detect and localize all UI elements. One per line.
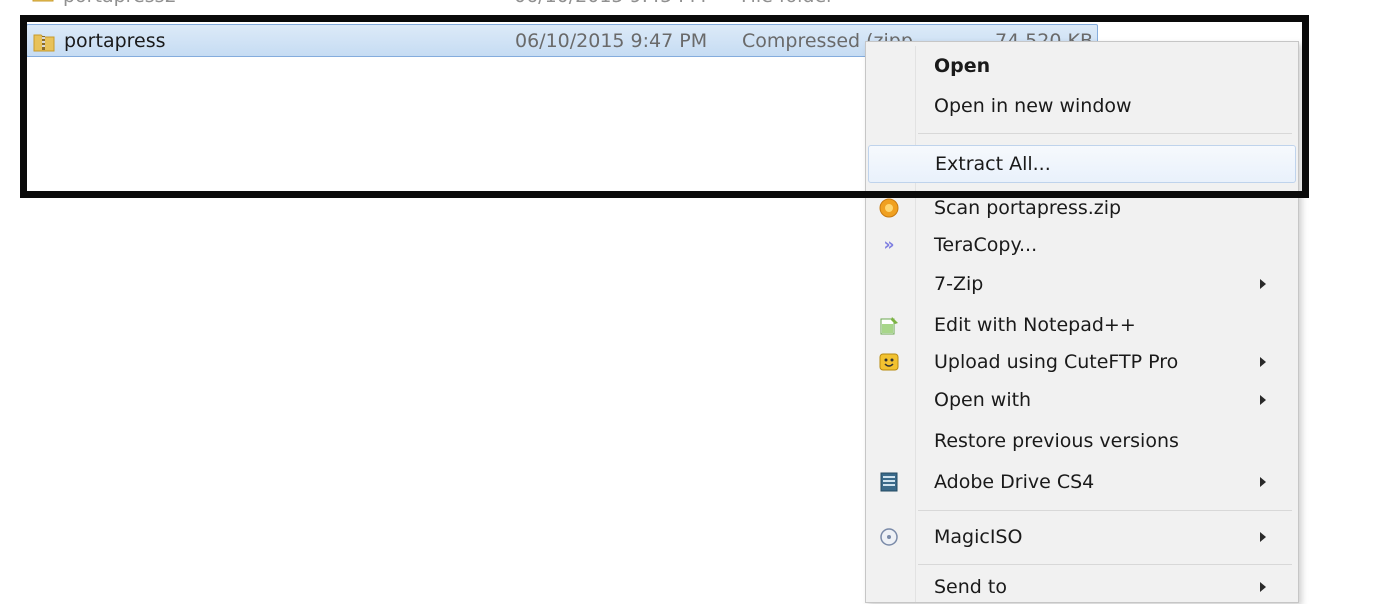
file-date: 06/10/2015 9:45 PM (514, 0, 714, 8)
menu-item-magiciso[interactable]: MagicISO (868, 520, 1296, 554)
menu-item-scan[interactable]: Scan portapress.zip (868, 191, 1296, 225)
zip-folder-icon (33, 31, 55, 52)
menu-item-label: Scan portapress.zip (934, 197, 1122, 219)
menu-item-teracopy[interactable]: » TeraCopy... (868, 228, 1296, 262)
menu-item-label: Open in new window (934, 95, 1132, 117)
submenu-arrow-icon (1260, 357, 1266, 367)
file-date: 06/10/2015 9:47 PM (515, 29, 708, 52)
folder-icon (32, 0, 54, 4)
menu-item-extract-all[interactable]: Extract All... (868, 145, 1296, 183)
submenu-arrow-icon (1260, 395, 1266, 405)
adobe-drive-icon (878, 471, 900, 493)
menu-item-label: Adobe Drive CS4 (934, 471, 1095, 493)
file-row-portapress2[interactable]: portapress2 06/10/2015 9:45 PM File fold… (26, 0, 1098, 8)
scan-shield-icon (878, 197, 900, 219)
menu-item-open-new-window[interactable]: Open in new window (868, 89, 1296, 123)
notepad-plus-plus-icon (878, 314, 900, 336)
menu-item-7zip[interactable]: 7-Zip (868, 267, 1296, 301)
menu-item-label: MagicISO (934, 526, 1023, 548)
menu-item-label: Send to (934, 576, 1007, 598)
menu-separator (918, 564, 1292, 565)
submenu-arrow-icon (1260, 532, 1266, 542)
menu-item-label: Extract All... (935, 153, 1051, 175)
file-name: portapress2 (63, 0, 393, 8)
menu-item-edit-notepadpp[interactable]: Edit with Notepad++ (868, 308, 1296, 342)
menu-item-label: TeraCopy... (934, 234, 1038, 256)
menu-item-open-with[interactable]: Open with (868, 383, 1296, 417)
magiciso-icon (878, 526, 900, 548)
menu-item-label: Edit with Notepad++ (934, 314, 1136, 336)
menu-item-adobe-drive[interactable]: Adobe Drive CS4 (868, 465, 1296, 499)
file-type: File folder (741, 0, 981, 8)
context-menu: Open Open in new window Extract All... S… (865, 41, 1299, 603)
menu-item-label: 7-Zip (934, 273, 984, 295)
menu-item-cuteftp[interactable]: Upload using CuteFTP Pro (868, 345, 1296, 379)
menu-separator (918, 133, 1292, 134)
file-name: portapress (64, 29, 166, 52)
menu-item-send-to[interactable]: Send to (868, 570, 1296, 604)
menu-separator (918, 510, 1292, 511)
menu-item-open[interactable]: Open (868, 49, 1296, 83)
menu-item-label: Restore previous versions (934, 430, 1179, 452)
cuteftp-icon (878, 351, 900, 373)
submenu-arrow-icon (1260, 477, 1266, 487)
menu-item-restore-versions[interactable]: Restore previous versions (868, 424, 1296, 458)
menu-item-label: Upload using CuteFTP Pro (934, 351, 1179, 373)
teracopy-icon: » (883, 235, 895, 255)
menu-item-label: Open (934, 55, 991, 77)
submenu-arrow-icon (1260, 279, 1266, 289)
submenu-arrow-icon (1260, 582, 1266, 592)
menu-item-label: Open with (934, 389, 1032, 411)
